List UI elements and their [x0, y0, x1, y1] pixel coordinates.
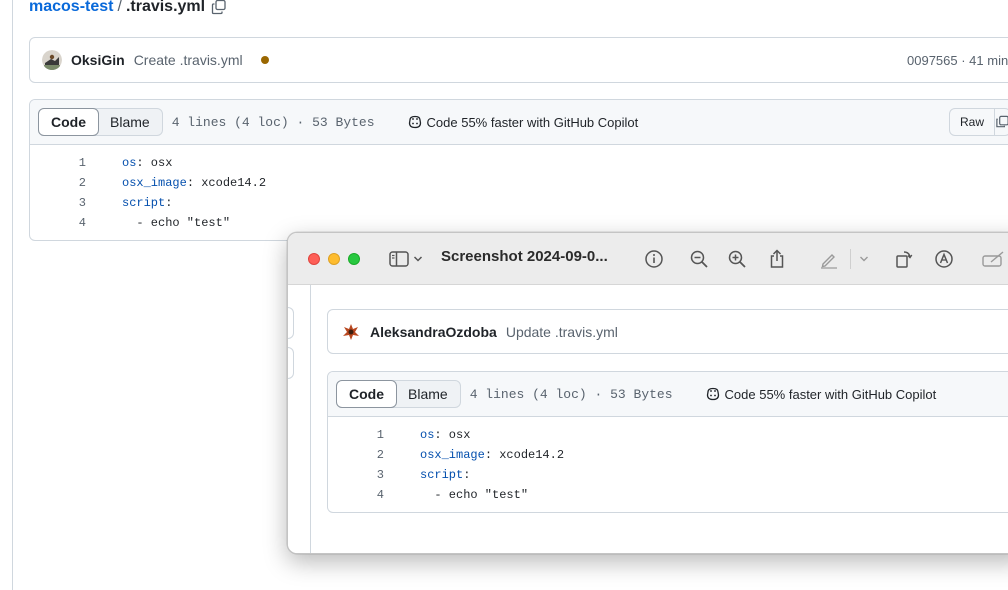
toolbar-divider: [850, 249, 851, 269]
yaml-value: - echo "test": [420, 488, 529, 502]
fullscreen-window-button[interactable]: [348, 253, 360, 265]
code-line: 4 - echo "test": [328, 485, 1008, 505]
preview-image: AleksandraOzdoba Update .travis.yml Code…: [288, 285, 1008, 553]
breadcrumb-repo-link[interactable]: macos-test: [29, 0, 113, 16]
code-line: 3 script:: [328, 465, 1008, 485]
code-listing: 1 os: osx 2 osx_image: xcode14.2 3 script : …: [30, 145, 1008, 233]
copilot-promo-link[interactable]: Code 55% faster with GitHub Copilot: [407, 114, 639, 130]
chevron-down-icon[interactable]: [412, 249, 424, 269]
preview-code-tab: Code: [336, 380, 397, 408]
preview-copilot-promo: Code 55% faster with GitHub Copilot: [705, 386, 937, 402]
share-icon[interactable]: [767, 249, 787, 269]
preview-commit-bar: AleksandraOzdoba Update .travis.yml: [327, 309, 1008, 354]
yaml-key: script: [122, 196, 166, 210]
code-line: 3 script:: [30, 193, 1008, 213]
preview-file-info: 4 lines (4 loc) · 53 Bytes: [469, 386, 673, 402]
crop-icon[interactable]: [980, 249, 1006, 269]
copilot-promo-text: Code 55% faster with GitHub Copilot: [426, 114, 639, 130]
yaml-key: osx_image: [420, 448, 485, 462]
highlight-icon[interactable]: [819, 249, 839, 269]
copy-path-icon[interactable]: [211, 0, 227, 15]
copilot-icon: [706, 387, 719, 401]
yaml-key: osx_image: [122, 176, 187, 190]
preview-copilot-text: Code 55% faster with GitHub Copilot: [724, 386, 937, 402]
preview-toolbar: Screenshot 2024-09-0...: [288, 233, 1008, 285]
minimize-window-button[interactable]: [328, 253, 340, 265]
yaml-value: : osx: [136, 156, 173, 170]
highlight-menu-chevron-icon[interactable]: [857, 249, 871, 269]
line-number[interactable]: 2: [30, 176, 86, 190]
commit-author[interactable]: OksiGin: [71, 52, 125, 68]
code-line: 2 osx_image: xcode14.2: [30, 173, 1008, 193]
code-line: 2 osx_image: xcode14.2: [328, 445, 1008, 465]
preview-file-viewer: Code Blame 4 lines (4 loc) · 53 Bytes Co…: [327, 371, 1008, 513]
breadcrumb: macos-test / .travis.yml: [29, 0, 227, 18]
yaml-key: os: [122, 156, 137, 170]
preview-code-blame-toggle: Code Blame: [336, 380, 461, 408]
commit-message[interactable]: Create .travis.yml: [134, 52, 243, 68]
preview-commit-message: Update .travis.yml: [505, 323, 618, 340]
preview-sidebar-stub: [288, 347, 294, 379]
preview-window[interactable]: Screenshot 2024-09-0... AleksandraOzdoba…: [287, 232, 1008, 554]
info-icon[interactable]: [644, 249, 664, 269]
markup-icon[interactable]: [934, 249, 954, 269]
line-number[interactable]: 1: [30, 156, 86, 170]
yaml-key: os: [420, 428, 435, 442]
preview-commit-author: AleksandraOzdoba: [370, 323, 497, 340]
code-blame-toggle: Code Blame: [38, 108, 163, 136]
preview-page-left-border: [310, 285, 311, 553]
zoom-out-icon[interactable]: [689, 249, 709, 269]
breadcrumb-file-name: .travis.yml: [125, 0, 206, 15]
commit-sha-time[interactable]: 0097565 · 41 minu: [907, 53, 1008, 68]
sidebar-icon[interactable]: [388, 249, 410, 269]
yaml-value: :: [165, 196, 173, 210]
yaml-key: script: [420, 468, 464, 482]
preview-sidebar-stub: [288, 307, 294, 339]
line-number[interactable]: 3: [30, 196, 86, 210]
zoom-in-icon[interactable]: [727, 249, 747, 269]
file-info: 4 lines (4 loc) · 53 Bytes: [171, 114, 375, 130]
code-line: 4 - echo "test": [30, 213, 1008, 233]
yaml-value: :: [463, 468, 471, 482]
code-line: 1 os: osx: [328, 425, 1008, 445]
file-viewer: Code Blame 4 lines (4 loc) · 53 Bytes Co…: [29, 99, 1008, 241]
line-number: 2: [376, 448, 384, 462]
latest-commit-bar: OksiGin Create .travis.yml 0097565 · 41 …: [29, 37, 1008, 83]
avatar[interactable]: [42, 50, 62, 70]
copilot-icon: [408, 115, 421, 129]
yaml-value: : xcode14.2: [484, 448, 565, 462]
code-tab[interactable]: Code: [38, 108, 99, 136]
yaml-value: : osx: [434, 428, 471, 442]
line-number: 4: [376, 488, 384, 502]
preview-blame-tab: Blame: [408, 386, 448, 402]
close-window-button[interactable]: [308, 253, 320, 265]
yaml-value: - echo "test": [122, 216, 231, 230]
avatar: [341, 321, 361, 342]
raw-button[interactable]: Raw: [950, 109, 994, 135]
line-number[interactable]: 4: [30, 216, 86, 230]
preview-file-header: Code Blame 4 lines (4 loc) · 53 Bytes Co…: [328, 372, 1008, 417]
breadcrumb-separator: /: [117, 0, 122, 15]
preview-code-listing: 1 os: osx 2 osx_image: xcode14.2 3 script : …: [328, 417, 1008, 505]
rotate-icon[interactable]: [894, 249, 914, 269]
commit-status-dot[interactable]: [260, 56, 269, 64]
window-title: Screenshot 2024-09-0...: [441, 248, 608, 265]
raw-actions: Raw: [949, 108, 1008, 136]
copy-raw-icon[interactable]: [994, 109, 1008, 135]
file-header: Code Blame 4 lines (4 loc) · 53 Bytes Co…: [30, 100, 1008, 145]
yaml-value: : xcode14.2: [186, 176, 267, 190]
line-number: 1: [376, 428, 384, 442]
code-line: 1 os: osx: [30, 153, 1008, 173]
line-number: 3: [376, 468, 384, 482]
blame-tab[interactable]: Blame: [98, 109, 162, 135]
page-left-border: [12, 0, 13, 590]
